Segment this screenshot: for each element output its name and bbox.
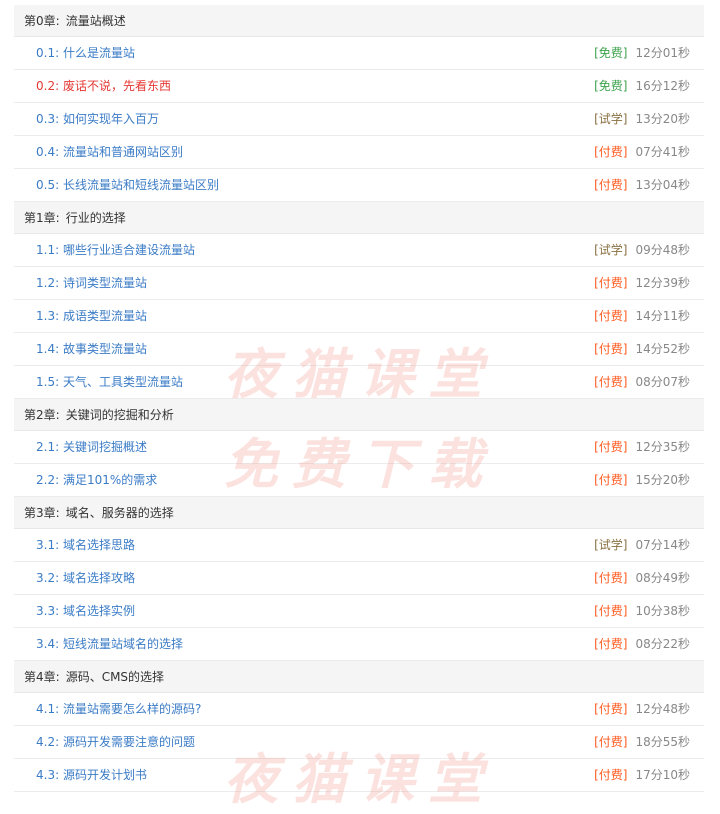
chapter-number: 第0章: xyxy=(24,14,60,28)
lesson-duration: 12分35秒 xyxy=(635,440,690,454)
lesson-row[interactable]: 2.1: 关键词挖掘概述 [付费] 12分35秒 xyxy=(14,431,704,464)
lesson-duration: 13分04秒 xyxy=(635,178,690,192)
lesson-title[interactable]: 1.5: 天气、工具类型流量站 xyxy=(36,375,183,389)
lesson-duration: 08分22秒 xyxy=(635,637,690,651)
chapter-title: 域名、服务器的选择 xyxy=(65,506,174,520)
lesson-title[interactable]: 0.1: 什么是流量站 xyxy=(36,46,135,60)
chapter-header: 第1章: 行业的选择 xyxy=(14,202,704,234)
lesson-row-active[interactable]: 0.2: 废话不说，先看东西 [免费] 16分12秒 xyxy=(14,70,704,103)
lesson-duration: 08分07秒 xyxy=(635,375,690,389)
access-badge: [免费] xyxy=(594,46,628,60)
lesson-row[interactable]: 3.1: 域名选择思路 [试学] 07分14秒 xyxy=(14,529,704,562)
chapter-title: 流量站概述 xyxy=(65,14,126,28)
access-badge: [付费] xyxy=(594,440,628,454)
access-badge: [付费] xyxy=(594,342,628,356)
lesson-row[interactable]: 0.5: 长线流量站和短线流量站区别 [付费] 13分04秒 xyxy=(14,169,704,202)
access-badge: [付费] xyxy=(594,637,628,651)
lesson-row[interactable]: 4.2: 源码开发需要注意的问题 [付费] 18分55秒 xyxy=(14,726,704,759)
lesson-row[interactable]: 0.3: 如何实现年入百万 [试学] 13分20秒 xyxy=(14,103,704,136)
chapter-header: 第3章: 域名、服务器的选择 xyxy=(14,497,704,529)
access-badge: [付费] xyxy=(594,276,628,290)
lesson-title[interactable]: 0.4: 流量站和普通网站区别 xyxy=(36,145,183,159)
access-badge: [付费] xyxy=(594,735,628,749)
chapter-header: 第0章: 流量站概述 xyxy=(14,5,704,37)
lesson-duration: 12分48秒 xyxy=(635,702,690,716)
lesson-title[interactable]: 3.4: 短线流量站域名的选择 xyxy=(36,637,183,651)
lesson-row[interactable]: 3.2: 域名选择攻略 [付费] 08分49秒 xyxy=(14,562,704,595)
lesson-row[interactable]: 1.1: 哪些行业适合建设流量站 [试学] 09分48秒 xyxy=(14,234,704,267)
chapter-number: 第1章: xyxy=(24,211,60,225)
chapter-title: 关键词的挖掘和分析 xyxy=(65,408,174,422)
lesson-row[interactable]: 1.3: 成语类型流量站 [付费] 14分11秒 xyxy=(14,300,704,333)
chapter-number: 第2章: xyxy=(24,408,60,422)
course-outline: 第0章: 流量站概述 0.1: 什么是流量站 [免费] 12分01秒 0.2: 废话… xyxy=(14,5,704,792)
chapter-title: 源码、CMS的选择 xyxy=(65,670,165,684)
access-badge: [试学] xyxy=(594,243,628,257)
lesson-duration: 15分20秒 xyxy=(635,473,690,487)
lesson-row[interactable]: 1.5: 天气、工具类型流量站 [付费] 08分07秒 xyxy=(14,366,704,399)
chapter-header: 第4章: 源码、CMS的选择 xyxy=(14,661,704,693)
lesson-duration: 07分41秒 xyxy=(635,145,690,159)
lesson-title[interactable]: 2.1: 关键词挖掘概述 xyxy=(36,440,147,454)
lesson-duration: 08分49秒 xyxy=(635,571,690,585)
lesson-duration: 14分52秒 xyxy=(635,342,690,356)
access-badge: [付费] xyxy=(594,145,628,159)
chapter-number: 第4章: xyxy=(24,670,60,684)
lesson-row[interactable]: 3.3: 域名选择实例 [付费] 10分38秒 xyxy=(14,595,704,628)
chapter-title: 行业的选择 xyxy=(65,211,126,225)
lesson-duration: 16分12秒 xyxy=(635,79,690,93)
access-badge: [付费] xyxy=(594,473,628,487)
lesson-duration: 09分48秒 xyxy=(635,243,690,257)
lesson-title[interactable]: 0.3: 如何实现年入百万 xyxy=(36,112,159,126)
lesson-row[interactable]: 4.1: 流量站需要怎么样的源码? [付费] 12分48秒 xyxy=(14,693,704,726)
lesson-title[interactable]: 3.3: 域名选择实例 xyxy=(36,604,135,618)
lesson-duration: 10分38秒 xyxy=(635,604,690,618)
lesson-title[interactable]: 3.1: 域名选择思路 xyxy=(36,538,135,552)
lesson-duration: 12分01秒 xyxy=(635,46,690,60)
lesson-row[interactable]: 1.4: 故事类型流量站 [付费] 14分52秒 xyxy=(14,333,704,366)
access-badge: [付费] xyxy=(594,702,628,716)
lesson-duration: 17分10秒 xyxy=(635,768,690,782)
lesson-row[interactable]: 3.4: 短线流量站域名的选择 [付费] 08分22秒 xyxy=(14,628,704,661)
lesson-title[interactable]: 0.5: 长线流量站和短线流量站区别 xyxy=(36,178,219,192)
access-badge: [付费] xyxy=(594,375,628,389)
lesson-title[interactable]: 1.2: 诗词类型流量站 xyxy=(36,276,147,290)
lesson-title[interactable]: 4.3: 源码开发计划书 xyxy=(36,768,147,782)
lesson-duration: 12分39秒 xyxy=(635,276,690,290)
lesson-title[interactable]: 2.2: 满足101%的需求 xyxy=(36,473,157,487)
lesson-duration: 07分14秒 xyxy=(635,538,690,552)
lesson-duration: 18分55秒 xyxy=(635,735,690,749)
lesson-title[interactable]: 1.4: 故事类型流量站 xyxy=(36,342,147,356)
lesson-row[interactable]: 4.3: 源码开发计划书 [付费] 17分10秒 xyxy=(14,759,704,792)
access-badge: [付费] xyxy=(594,178,628,192)
access-badge: [免费] xyxy=(594,79,628,93)
access-badge: [试学] xyxy=(594,112,628,126)
access-badge: [付费] xyxy=(594,571,628,585)
lesson-title[interactable]: 0.2: 废话不说，先看东西 xyxy=(36,79,171,93)
lesson-duration: 14分11秒 xyxy=(635,309,690,323)
lesson-row[interactable]: 0.1: 什么是流量站 [免费] 12分01秒 xyxy=(14,37,704,70)
lesson-row[interactable]: 2.2: 满足101%的需求 [付费] 15分20秒 xyxy=(14,464,704,497)
chapter-number: 第3章: xyxy=(24,506,60,520)
lesson-title[interactable]: 3.2: 域名选择攻略 xyxy=(36,571,135,585)
lesson-row[interactable]: 1.2: 诗词类型流量站 [付费] 12分39秒 xyxy=(14,267,704,300)
access-badge: [付费] xyxy=(594,768,628,782)
lesson-duration: 13分20秒 xyxy=(635,112,690,126)
lesson-row[interactable]: 0.4: 流量站和普通网站区别 [付费] 07分41秒 xyxy=(14,136,704,169)
access-badge: [付费] xyxy=(594,309,628,323)
access-badge: [付费] xyxy=(594,604,628,618)
lesson-title[interactable]: 1.3: 成语类型流量站 xyxy=(36,309,147,323)
lesson-title[interactable]: 1.1: 哪些行业适合建设流量站 xyxy=(36,243,195,257)
access-badge: [试学] xyxy=(594,538,628,552)
chapter-header: 第2章: 关键词的挖掘和分析 xyxy=(14,399,704,431)
lesson-title[interactable]: 4.2: 源码开发需要注意的问题 xyxy=(36,735,195,749)
lesson-title[interactable]: 4.1: 流量站需要怎么样的源码? xyxy=(36,702,201,716)
